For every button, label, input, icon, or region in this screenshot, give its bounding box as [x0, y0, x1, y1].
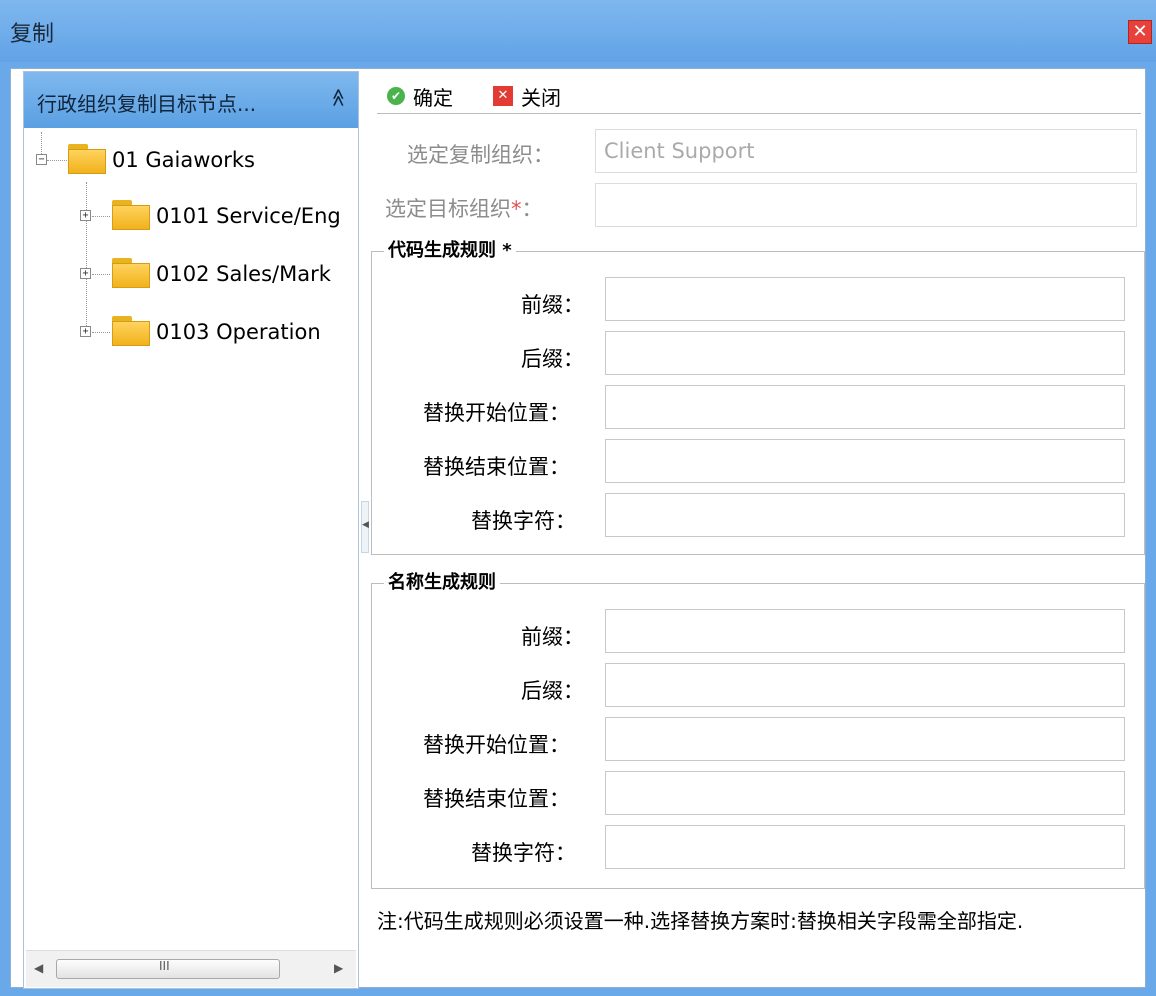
code-replace-char-label: 替换字符：	[471, 509, 576, 533]
rule-note: 注:代码生成规则必须设置一种.选择替换方案时:替换相关字段需全部指定.	[377, 909, 1024, 933]
collapse-icon[interactable]: ≫	[328, 88, 349, 107]
expand-toggle-icon[interactable]: +	[80, 326, 91, 337]
scroll-thumb[interactable]: III	[56, 959, 280, 979]
source-org-field	[595, 129, 1137, 173]
panel-header[interactable]: 行政组织复制目标节点... ≫	[24, 72, 358, 128]
tree-node-root[interactable]: − 01 Gaiaworks	[24, 140, 358, 180]
expand-toggle-icon[interactable]: +	[80, 268, 91, 279]
tree-node[interactable]: + 0101 Service/Eng	[24, 196, 358, 236]
toolbar: ✔ 确定 ✕ 关闭	[377, 77, 1141, 114]
scroll-left-icon[interactable]: ◀	[34, 961, 43, 975]
close-label: 关闭	[521, 86, 561, 110]
close-icon[interactable]: ✕	[1128, 20, 1152, 44]
code-replace-start-label: 替换开始位置：	[423, 401, 570, 425]
code-replace-end-label: 替换结束位置：	[423, 455, 570, 479]
required-mark: *	[511, 197, 522, 221]
code-suffix-input[interactable]	[605, 331, 1125, 375]
tree-node-label[interactable]: 0101 Service/Eng	[156, 204, 341, 228]
name-suffix-label: 后缀：	[521, 679, 584, 703]
name-suffix-input[interactable]	[605, 663, 1125, 707]
target-node-panel: 行政组织复制目标节点... ≫ − 01 Gaiaworks + 0101 Se…	[23, 71, 359, 989]
grip-icon: III	[159, 959, 170, 973]
target-org-label-text: 选定目标组织	[385, 197, 511, 221]
tree-node[interactable]: + 0103 Operation	[24, 312, 358, 352]
name-replace-char-label: 替换字符：	[471, 841, 576, 865]
name-prefix-input[interactable]	[605, 609, 1125, 653]
code-replace-start-input[interactable]	[605, 385, 1125, 429]
expand-toggle-icon[interactable]: +	[80, 210, 91, 221]
tree-node[interactable]: + 0102 Sales/Mark	[24, 254, 358, 294]
tree-node-label[interactable]: 0102 Sales/Mark	[156, 262, 331, 286]
code-suffix-label: 后缀：	[521, 347, 584, 371]
confirm-button[interactable]: ✔ 确定	[387, 81, 477, 110]
name-replace-start-input[interactable]	[605, 717, 1125, 761]
code-prefix-label: 前缀：	[521, 293, 584, 317]
scroll-right-icon[interactable]: ▶	[334, 961, 343, 975]
panel-splitter[interactable]: ◀	[361, 501, 369, 553]
name-replace-end-label: 替换结束位置：	[423, 787, 570, 811]
folder-icon	[112, 316, 150, 346]
folder-icon	[112, 200, 150, 230]
code-rule-legend: 代码生成规则 *	[384, 236, 516, 262]
tree-node-label[interactable]: 0103 Operation	[156, 320, 321, 344]
title-bar[interactable]: 复制 ✕	[0, 0, 1156, 62]
target-org-field[interactable]	[595, 183, 1137, 227]
collapse-toggle-icon[interactable]: −	[36, 154, 47, 165]
target-org-label: 选定目标组织*：	[385, 193, 543, 223]
name-replace-start-label: 替换开始位置：	[423, 733, 570, 757]
splitter-arrow-icon[interactable]: ◀	[362, 520, 369, 530]
source-org-label: 选定复制组织：	[407, 143, 554, 167]
window-title: 复制	[10, 22, 55, 47]
close-icon: ✕	[493, 86, 513, 106]
name-replace-char-input[interactable]	[605, 825, 1125, 869]
code-replace-end-input[interactable]	[605, 439, 1125, 483]
name-replace-end-input[interactable]	[605, 771, 1125, 815]
code-prefix-input[interactable]	[605, 277, 1125, 321]
copy-dialog: 复制 ✕ 行政组织复制目标节点... ≫ − 01 Gaiaworks + 01…	[0, 0, 1156, 996]
close-button[interactable]: ✕ 关闭	[493, 81, 583, 110]
tree-node-label[interactable]: 01 Gaiaworks	[112, 148, 255, 172]
check-icon: ✔	[387, 87, 405, 105]
name-prefix-label: 前缀：	[521, 625, 584, 649]
open-folder-icon	[68, 144, 106, 174]
horizontal-scrollbar[interactable]: ◀ III ▶	[26, 950, 356, 987]
org-tree: − 01 Gaiaworks + 0101 Service/Eng + 0102…	[24, 132, 358, 922]
panel-title: 行政组织复制目标节点...	[37, 92, 257, 116]
folder-icon	[112, 258, 150, 288]
code-replace-char-input[interactable]	[605, 493, 1125, 537]
confirm-label: 确定	[413, 86, 453, 110]
label-colon: ：	[521, 197, 543, 221]
name-rule-legend: 名称生成规则	[384, 568, 500, 594]
dialog-content: 行政组织复制目标节点... ≫ − 01 Gaiaworks + 0101 Se…	[10, 68, 1146, 989]
